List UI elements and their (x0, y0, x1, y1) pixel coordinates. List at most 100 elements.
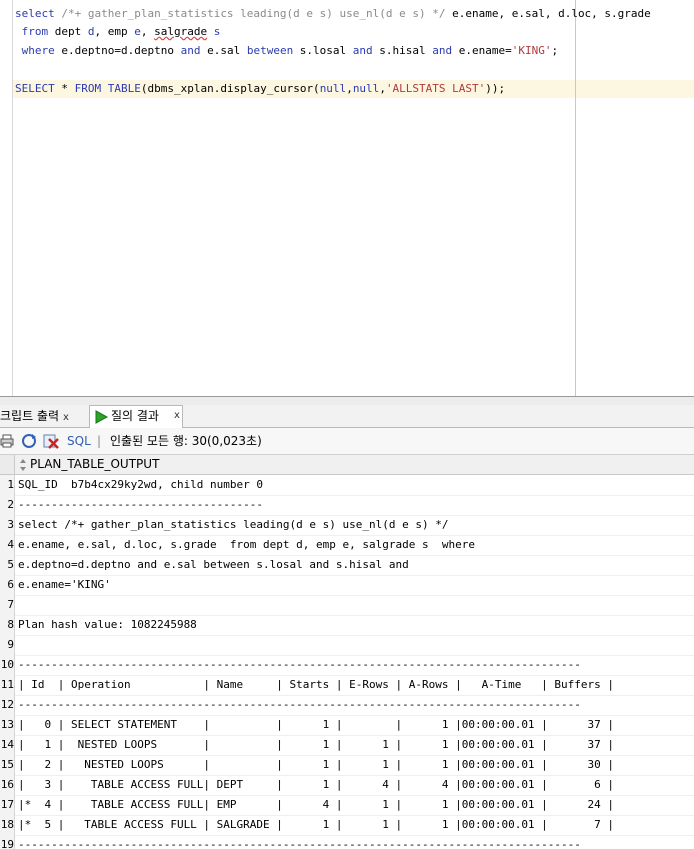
row-number: 15 (0, 755, 15, 775)
table-row[interactable]: 12 --------------------------------------… (0, 695, 694, 716)
code-token: e (134, 25, 141, 38)
sort-icon[interactable] (19, 459, 27, 471)
fetch-status: 인출된 모든 행: 30(0,023초) (110, 434, 262, 448)
table-row[interactable]: 17 |* 4 | TABLE ACCESS FULL| EMP | 4 | 1 … (0, 795, 694, 816)
plan-output-cell[interactable]: ----------------------------------------… (18, 695, 581, 715)
code-token: /*+ gather_plan_statistics leading(d e s… (54, 7, 453, 20)
tab-query-result[interactable]: 질의 결과 x (89, 405, 183, 428)
sql-button[interactable]: SQL (67, 428, 91, 454)
code-token: s (213, 25, 221, 38)
table-row[interactable]: 13 | 0 | SELECT STATEMENT | | 1 | | 1 |00… (0, 715, 694, 736)
code-token: d (87, 25, 95, 38)
code-token: dept (48, 25, 88, 38)
table-row[interactable]: 6 e.ename='KING' (0, 575, 694, 596)
row-number: 5 (0, 555, 15, 575)
table-row[interactable]: 1 SQL_ID b7b4cx29ky2wd, child number 0 (0, 475, 694, 496)
table-row[interactable]: 4 e.ename, e.sal, d.loc, s.grade from dep… (0, 535, 694, 556)
code-token: null (319, 82, 347, 95)
tab-script-output[interactable]: 크립트 출력 x (0, 406, 86, 426)
code-token: e.ename, e.sal, d.loc, s.grade (452, 7, 651, 20)
table-row[interactable]: 10 --------------------------------------… (0, 655, 694, 676)
code-token: and (180, 44, 201, 57)
plan-output-cell[interactable]: | Id | Operation | Name | Starts | E-Row… (18, 675, 614, 695)
plan-output-cell[interactable]: ----------------------------------------… (18, 655, 581, 675)
table-row[interactable]: 18 |* 5 | TABLE ACCESS FULL | SALGRADE | … (0, 815, 694, 836)
row-number: 6 (0, 575, 15, 595)
code-line[interactable]: select /*+ gather_plan_statistics leadin… (15, 5, 651, 23)
table-row[interactable]: 8 Plan hash value: 1082245988 (0, 615, 694, 636)
row-number: 13 (0, 715, 15, 735)
plan-output-cell[interactable]: SQL_ID b7b4cx29ky2wd, child number 0 (18, 475, 263, 495)
code-token: , (379, 82, 386, 95)
plan-output-cell[interactable]: ------------------------------------- (18, 495, 263, 515)
row-number: 12 (0, 695, 15, 715)
plan-output-cell[interactable]: | 1 | NESTED LOOPS | | 1 | 1 | 1 |00:00:… (18, 735, 614, 755)
tab-query-result-close-icon[interactable]: x (174, 406, 180, 426)
plan-output-cell[interactable]: e.ename='KING' (18, 575, 111, 595)
code-token: FROM (74, 82, 102, 95)
plan-output-cell[interactable]: e.ename, e.sal, d.loc, s.grade from dept… (18, 535, 475, 555)
sql-editor[interactable]: select /*+ gather_plan_statistics leadin… (0, 0, 694, 397)
code-token: e.ename= (452, 44, 512, 57)
right-margin-guide (575, 0, 576, 397)
code-token: e.deptno=d.deptno (54, 44, 181, 57)
code-line[interactable]: where e.deptno=d.deptno and e.sal betwee… (15, 42, 559, 60)
code-line[interactable]: SELECT * FROM TABLE(dbms_xplan.display_c… (15, 80, 505, 98)
plan-output-cell[interactable]: | 3 | TABLE ACCESS FULL| DEPT | 1 | 4 | … (18, 775, 614, 795)
code-token: 'ALLSTATS LAST' (385, 82, 486, 95)
plan-output-cell[interactable]: |* 5 | TABLE ACCESS FULL | SALGRADE | 1 … (18, 815, 614, 835)
code-token: between (246, 44, 294, 57)
refresh-icon[interactable] (21, 428, 37, 454)
table-row[interactable]: 3 select /*+ gather_plan_statistics leadi… (0, 515, 694, 536)
code-token: from (15, 25, 49, 38)
row-number: 8 (0, 615, 15, 635)
table-row[interactable]: 15 | 2 | NESTED LOOPS | | 1 | 1 | 1 |00:0… (0, 755, 694, 776)
table-row[interactable]: 19 --------------------------------------… (0, 835, 694, 849)
code-token: null (352, 82, 380, 95)
code-token: s.losal (293, 44, 353, 57)
table-row[interactable]: 16 | 3 | TABLE ACCESS FULL| DEPT | 1 | 4 … (0, 775, 694, 796)
plan-output-cell[interactable]: | 2 | NESTED LOOPS | | 1 | 1 | 1 |00:00:… (18, 755, 614, 775)
plan-output-cell[interactable]: ----------------------------------------… (18, 835, 581, 849)
row-number: 17 (0, 795, 15, 815)
plan-output-cell[interactable]: e.deptno=d.deptno and e.sal between s.lo… (18, 555, 409, 575)
result-grid[interactable]: PLAN_TABLE_OUTPUT 1 SQL_ID b7b4cx29ky2wd,… (0, 455, 694, 849)
row-number: 4 (0, 535, 15, 555)
code-token: and (352, 44, 373, 57)
plan-output-cell[interactable]: |* 4 | TABLE ACCESS FULL| EMP | 4 | 1 | … (18, 795, 614, 815)
print-icon[interactable] (0, 428, 14, 454)
table-row[interactable]: 14 | 1 | NESTED LOOPS | | 1 | 1 | 1 |00:0… (0, 735, 694, 756)
table-row[interactable]: 11 | Id | Operation | Name | Starts | E-R… (0, 675, 694, 696)
code-line[interactable]: from dept d, emp e, salgrade s (15, 23, 221, 41)
row-number: 19 (0, 835, 15, 849)
code-token: 'KING' (511, 44, 552, 57)
code-token: s.hisal (372, 44, 433, 57)
code-token: salgrade (154, 25, 208, 38)
code-token: select (15, 7, 55, 20)
table-row[interactable]: 7 (0, 595, 694, 616)
table-row[interactable]: 5 e.deptno=d.deptno and e.sal between s.l… (0, 555, 694, 576)
code-token: SELECT (15, 82, 55, 95)
code-token: )); (485, 82, 506, 95)
plan-output-cell[interactable]: | 0 | SELECT STATEMENT | | 1 | | 1 |00:0… (18, 715, 614, 735)
plan-output-cell[interactable]: select /*+ gather_plan_statistics leadin… (18, 515, 448, 535)
tab-script-output-close-icon[interactable]: x (63, 412, 69, 423)
code-token: * (54, 82, 75, 95)
row-number: 10 (0, 655, 15, 675)
row-number: 14 (0, 735, 15, 755)
code-token: , (346, 82, 353, 95)
result-toolbar: SQL | 인출된 모든 행: 30(0,023초) (0, 428, 694, 455)
table-row[interactable]: 2 ------------------------------------- (0, 495, 694, 516)
tab-script-output-label: 크립트 출력 (0, 409, 60, 423)
table-row[interactable]: 9 (0, 635, 694, 656)
run-icon (95, 410, 108, 424)
column-header-plan-table-output[interactable]: PLAN_TABLE_OUTPUT (30, 455, 159, 474)
tab-query-result-label: 질의 결과 (111, 409, 159, 423)
cancel-sql-icon[interactable] (43, 428, 59, 454)
code-token: (dbms_xplan.display_cursor( (140, 82, 320, 95)
code-token: , emp (94, 25, 135, 38)
plan-output-cell[interactable]: Plan hash value: 1082245988 (18, 615, 197, 635)
code-token: ; (551, 44, 559, 57)
